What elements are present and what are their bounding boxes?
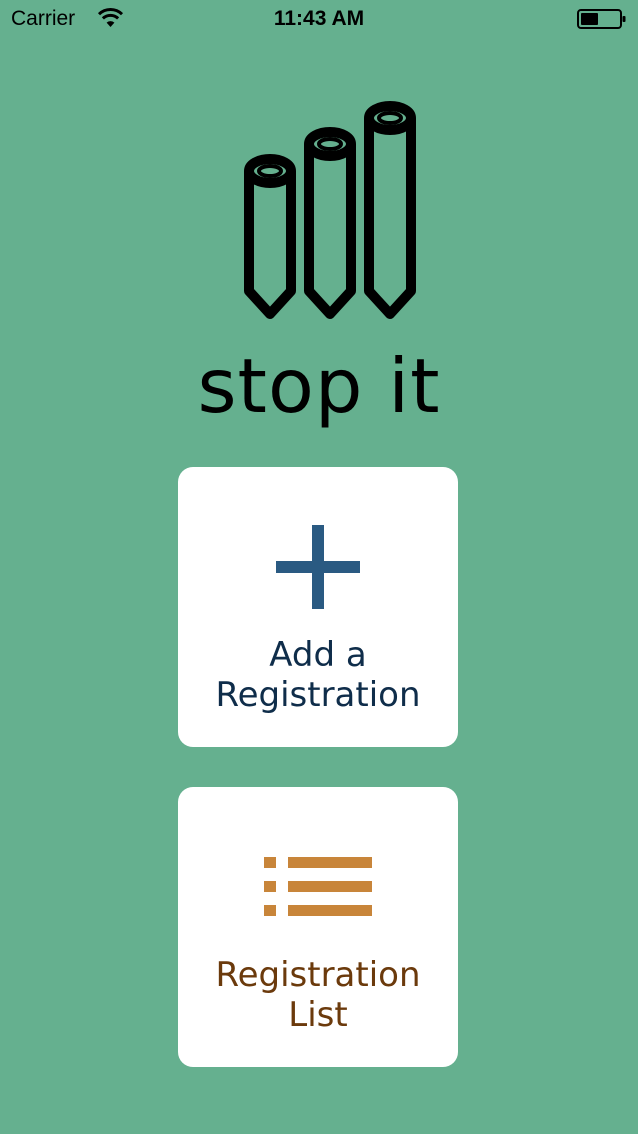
- registration-list-label: Registration List: [178, 955, 458, 1035]
- pencils-logo-icon: [244, 101, 416, 319]
- list-icon: [264, 857, 372, 916]
- add-registration-label-line2: Registration: [215, 675, 421, 715]
- plus-icon: [276, 525, 360, 609]
- add-registration-label-line1: Add a: [269, 635, 367, 675]
- add-registration-label: Add a Registration: [178, 635, 458, 715]
- battery-icon: [577, 9, 626, 29]
- app-title: stop it: [197, 342, 441, 430]
- registration-list-label-line1: Registration: [215, 955, 421, 995]
- status-time: 11:43 AM: [273, 7, 365, 30]
- registration-list-label-line2: List: [288, 995, 348, 1035]
- registration-list-button[interactable]: Registration List: [178, 787, 458, 1067]
- add-registration-button[interactable]: Add a Registration: [178, 467, 458, 747]
- status-bar: Carrier 11:43 AM: [0, 0, 638, 40]
